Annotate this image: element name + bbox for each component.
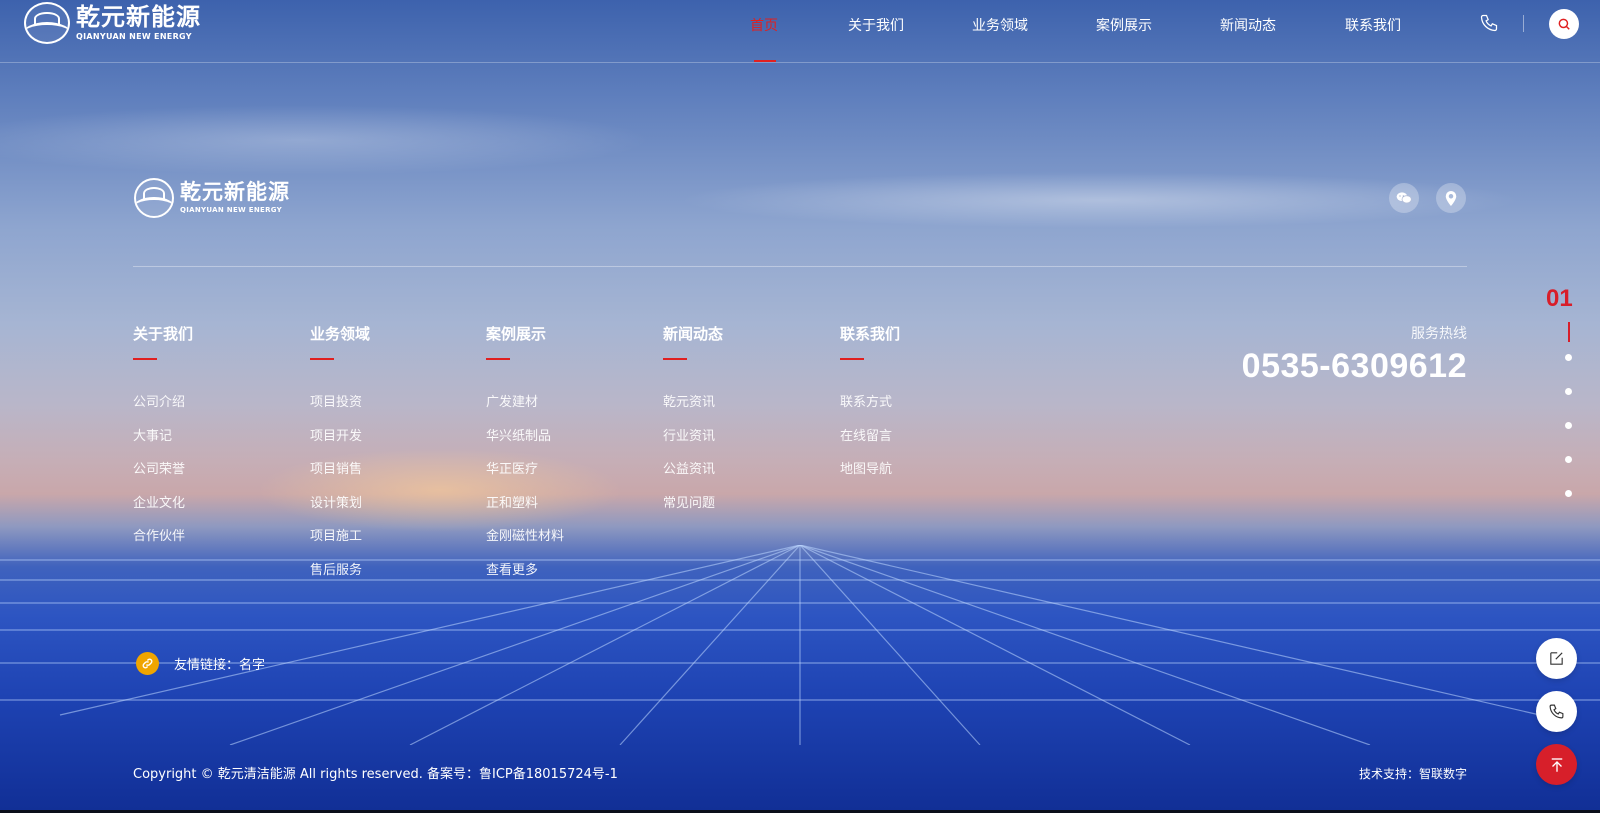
pager-dot[interactable] bbox=[1565, 388, 1572, 395]
pager-dot[interactable] bbox=[1565, 456, 1572, 463]
nav-contact[interactable]: 联系我们 bbox=[1345, 15, 1401, 35]
site-header: 乾元新能源 QIANYUAN NEW ENERGY 首页 关于我们 业务领域 案… bbox=[0, 0, 1600, 63]
footer-link[interactable]: 公司介绍 bbox=[133, 386, 193, 420]
column-title-underline bbox=[486, 358, 510, 360]
footer-link[interactable]: 华兴纸制品 bbox=[486, 420, 564, 454]
column-title[interactable]: 案例展示 bbox=[486, 323, 564, 344]
nav-business[interactable]: 业务领域 bbox=[972, 15, 1028, 35]
hotline-number[interactable]: 0535-6309612 bbox=[1242, 347, 1467, 386]
column-title[interactable]: 关于我们 bbox=[133, 323, 193, 344]
column-title-underline bbox=[663, 358, 687, 360]
footer-link[interactable]: 项目投资 bbox=[310, 386, 370, 420]
column-title-underline bbox=[310, 358, 334, 360]
nav-active-indicator bbox=[754, 60, 776, 62]
call-button[interactable] bbox=[1536, 691, 1577, 732]
footer-link[interactable]: 合作伙伴 bbox=[133, 520, 193, 554]
wechat-icon bbox=[1396, 192, 1412, 204]
footer-link[interactable]: 地图导航 bbox=[840, 453, 900, 487]
footer-column-contact: 联系我们 联系方式 在线留言 地图导航 bbox=[840, 323, 900, 487]
nav-home[interactable]: 首页 bbox=[750, 15, 778, 35]
location-pin-icon bbox=[1445, 190, 1457, 206]
message-button[interactable] bbox=[1536, 638, 1577, 679]
back-to-top-button[interactable] bbox=[1536, 744, 1577, 785]
footer-column-cases: 案例展示 广发建材 华兴纸制品 华正医疗 正和塑料 金刚磁性材料 查看更多 bbox=[486, 323, 564, 587]
pager-dot[interactable] bbox=[1565, 422, 1572, 429]
footer-logo[interactable]: 乾元新能源 QIANYUAN NEW ENERGY bbox=[134, 178, 290, 218]
footer-link[interactable]: 广发建材 bbox=[486, 386, 564, 420]
column-title[interactable]: 联系我们 bbox=[840, 323, 900, 344]
footer-link[interactable]: 在线留言 bbox=[840, 420, 900, 454]
friend-links-text[interactable]: 友情链接：名字 bbox=[174, 654, 265, 673]
footer-link[interactable]: 大事记 bbox=[133, 420, 193, 454]
footer-link[interactable]: 正和塑料 bbox=[486, 487, 564, 521]
nav-cases[interactable]: 案例展示 bbox=[1096, 15, 1152, 35]
hotline-label: 服务热线 bbox=[1411, 326, 1467, 342]
copyright-text: Copyright © 乾元清洁能源 All rights reserved. … bbox=[133, 767, 618, 782]
tech-support-text[interactable]: 技术支持：智联数字 bbox=[1359, 765, 1467, 782]
phone-icon[interactable] bbox=[1479, 13, 1499, 33]
footer-column-news: 新闻动态 乾元资讯 行业资讯 公益资讯 常见问题 bbox=[663, 323, 723, 520]
column-title-underline bbox=[840, 358, 864, 360]
footer-divider bbox=[133, 266, 1467, 267]
footer-column-about: 关于我们 公司介绍 大事记 公司荣誉 企业文化 合作伙伴 bbox=[133, 323, 193, 554]
footer-link[interactable]: 公司荣誉 bbox=[133, 453, 193, 487]
footer-link[interactable]: 行业资讯 bbox=[663, 420, 723, 454]
footer-link[interactable]: 华正医疗 bbox=[486, 453, 564, 487]
search-button[interactable] bbox=[1549, 9, 1579, 39]
nav-separator bbox=[1523, 15, 1524, 32]
footer-link[interactable]: 项目开发 bbox=[310, 420, 370, 454]
link-icon bbox=[136, 652, 159, 675]
logo-name: 乾元新能源 bbox=[180, 180, 290, 204]
friend-links: 友情链接：名字 bbox=[136, 652, 265, 675]
footer-link[interactable]: 公益资讯 bbox=[663, 453, 723, 487]
pager-current-number: 01 bbox=[1546, 285, 1573, 312]
footer-link[interactable]: 项目销售 bbox=[310, 453, 370, 487]
footer-link[interactable]: 售后服务 bbox=[310, 554, 370, 588]
logo-name: 乾元新能源 bbox=[76, 3, 201, 31]
footer-link[interactable]: 项目施工 bbox=[310, 520, 370, 554]
column-title[interactable]: 业务领域 bbox=[310, 323, 370, 344]
edit-icon bbox=[1550, 652, 1563, 665]
solar-panel-grid bbox=[0, 545, 1600, 745]
phone-icon bbox=[1549, 704, 1564, 719]
logo-mark-icon bbox=[134, 178, 174, 218]
nav-about[interactable]: 关于我们 bbox=[848, 15, 904, 35]
footer-column-business: 业务领域 项目投资 项目开发 项目销售 设计策划 项目施工 售后服务 bbox=[310, 323, 370, 587]
logo-english-name: QIANYUAN NEW ENERGY bbox=[180, 206, 283, 214]
footer-link[interactable]: 乾元资讯 bbox=[663, 386, 723, 420]
column-title[interactable]: 新闻动态 bbox=[663, 323, 723, 344]
footer-link[interactable]: 查看更多 bbox=[486, 554, 564, 588]
header-logo[interactable]: 乾元新能源 QIANYUAN NEW ENERGY bbox=[24, 2, 201, 44]
back-to-top-icon bbox=[1551, 757, 1562, 772]
nav-news[interactable]: 新闻动态 bbox=[1220, 15, 1276, 35]
pager-active-indicator bbox=[1568, 322, 1570, 342]
wechat-button[interactable] bbox=[1389, 183, 1419, 213]
pager-dot[interactable] bbox=[1565, 354, 1572, 361]
search-icon bbox=[1558, 18, 1570, 30]
footer-link[interactable]: 联系方式 bbox=[840, 386, 900, 420]
pager-dot[interactable] bbox=[1565, 490, 1572, 497]
footer-link[interactable]: 企业文化 bbox=[133, 487, 193, 521]
logo-english-name: QIANYUAN NEW ENERGY bbox=[76, 32, 192, 41]
footer-link[interactable]: 金刚磁性材料 bbox=[486, 520, 564, 554]
footer-link[interactable]: 常见问题 bbox=[663, 487, 723, 521]
location-button[interactable] bbox=[1436, 183, 1466, 213]
logo-mark-icon bbox=[24, 2, 70, 44]
footer-link[interactable]: 设计策划 bbox=[310, 487, 370, 521]
column-title-underline bbox=[133, 358, 157, 360]
